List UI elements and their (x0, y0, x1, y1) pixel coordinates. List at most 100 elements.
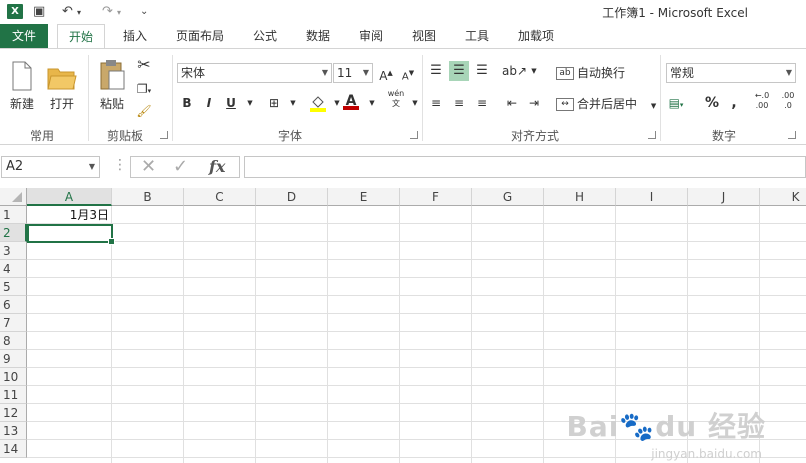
percent-button[interactable]: % (702, 93, 722, 113)
underline-dropdown-icon[interactable]: ▼ (240, 93, 260, 113)
open-button[interactable]: 打开 (42, 55, 82, 115)
new-button[interactable]: 新建 (2, 55, 42, 115)
column-header-b[interactable]: B (112, 188, 184, 206)
window-title: 工作簿1 - Microsoft Excel (602, 6, 748, 20)
tab-home[interactable]: 开始 (57, 24, 105, 49)
row-header-12[interactable]: 12 (0, 404, 27, 422)
tab-addins[interactable]: 加载项 (510, 24, 562, 48)
column-header-i[interactable]: I (616, 188, 688, 206)
cut-icon[interactable]: ✂ (134, 55, 154, 75)
column-header-h[interactable]: H (544, 188, 616, 206)
grid-line (399, 206, 400, 463)
row-header-9[interactable]: 9 (0, 350, 27, 368)
merge-center-button[interactable]: ↔ 合并后居中 ▼ (556, 95, 656, 112)
italic-button[interactable]: I (199, 93, 219, 113)
fill-handle-icon[interactable] (108, 238, 115, 245)
copy-icon[interactable]: ❐▾ (134, 79, 154, 99)
align-middle-icon[interactable]: ☰ (449, 61, 469, 81)
grid-line (27, 295, 806, 296)
orientation-icon[interactable]: ab↗ (502, 61, 527, 81)
save-icon[interactable]: ▣ (33, 3, 45, 21)
column-header-c[interactable]: C (184, 188, 256, 206)
number-launcher-icon[interactable] (788, 131, 796, 139)
name-box[interactable]: A2 ▼ (1, 156, 100, 178)
grid-line (27, 331, 806, 332)
insert-function-icon[interactable]: fx (209, 157, 225, 177)
tab-review[interactable]: 审阅 (351, 24, 391, 48)
font-name-select[interactable]: 宋体 ▼ (177, 63, 332, 83)
align-center-icon[interactable]: ≡ (449, 93, 469, 113)
bold-button[interactable]: B (177, 93, 197, 113)
orientation-dropdown-icon[interactable]: ▼ (524, 61, 544, 81)
paste-button[interactable]: 粘贴 (92, 55, 132, 115)
row-header-2[interactable]: 2 (0, 224, 27, 242)
enter-icon[interactable]: ✓ (173, 157, 188, 177)
grid-line (27, 367, 806, 368)
customize-quick-access-icon[interactable]: ⌄ (140, 3, 148, 21)
row-header-5[interactable]: 5 (0, 278, 27, 296)
clipboard-launcher-icon[interactable] (160, 131, 168, 139)
undo-icon[interactable]: ↶ ▾ (62, 3, 81, 21)
cell-a1[interactable]: 1月3日 (27, 206, 111, 224)
worksheet-grid[interactable]: A B C D E F G H I J K 1 2 3 4 5 6 7 8 9 … (0, 188, 806, 463)
excel-logo-icon[interactable]: X (7, 4, 23, 19)
fill-color-icon[interactable] (308, 93, 328, 113)
column-header-j[interactable]: J (688, 188, 760, 206)
tab-data[interactable]: 数据 (298, 24, 338, 48)
row-header-4[interactable]: 4 (0, 260, 27, 278)
row-header-11[interactable]: 11 (0, 386, 27, 404)
pinyin-guide-icon[interactable]: wén 文 (386, 89, 406, 109)
alignment-launcher-icon[interactable] (648, 131, 656, 139)
decrease-indent-icon[interactable]: ⇤ (502, 93, 522, 113)
font-color-dropdown-icon[interactable]: ▼ (362, 93, 382, 113)
row-header-8[interactable]: 8 (0, 332, 27, 350)
tab-tools[interactable]: 工具 (457, 24, 497, 48)
column-header-g[interactable]: G (472, 188, 544, 206)
ribbon: 新建 打开 常用 粘贴 ✂ ❐▾ 🖌 剪贴板 宋体 ▼ 11 ▼ A▲ A▼ B I… (0, 48, 806, 145)
row-header-14[interactable]: 14 (0, 440, 27, 458)
grid-line (27, 259, 806, 260)
border-dropdown-icon[interactable]: ▼ (283, 93, 303, 113)
align-left-icon[interactable]: ≡ (426, 93, 446, 113)
increase-decimal-icon[interactable]: ←.0.00 (752, 91, 772, 111)
select-all-corner[interactable] (0, 188, 27, 206)
column-header-e[interactable]: E (328, 188, 400, 206)
tab-formulas[interactable]: 公式 (245, 24, 285, 48)
number-format-select[interactable]: 常规 ▼ (666, 63, 796, 83)
decrease-decimal-icon[interactable]: .00.0 (778, 91, 798, 111)
column-header-a[interactable]: A (27, 188, 112, 206)
tab-file[interactable]: 文件 (0, 24, 48, 48)
row-header-3[interactable]: 3 (0, 242, 27, 260)
accounting-format-icon[interactable]: ▤▾ (666, 93, 686, 113)
formula-input[interactable] (244, 156, 806, 178)
column-header-f[interactable]: F (400, 188, 472, 206)
decrease-font-size-icon[interactable]: A▼ (398, 63, 418, 83)
row-header-13[interactable]: 13 (0, 422, 27, 440)
font-launcher-icon[interactable] (410, 131, 418, 139)
increase-indent-icon[interactable]: ⇥ (524, 93, 544, 113)
formula-bar-splitter-icon[interactable]: ⋮ (113, 158, 127, 172)
row-header-10[interactable]: 10 (0, 368, 27, 386)
comma-style-button[interactable]: , (724, 93, 744, 113)
align-right-icon[interactable]: ≡ (472, 93, 492, 113)
border-icon[interactable]: ⊞ (264, 93, 284, 113)
tab-view[interactable]: 视图 (404, 24, 444, 48)
align-top-icon[interactable]: ☰ (426, 61, 446, 81)
row-header-7[interactable]: 7 (0, 314, 27, 332)
tab-page-layout[interactable]: 页面布局 (170, 24, 230, 48)
increase-font-size-icon[interactable]: A▲ (376, 63, 396, 83)
column-header-d[interactable]: D (256, 188, 328, 206)
row-header-6[interactable]: 6 (0, 296, 27, 314)
underline-button[interactable]: U (221, 93, 241, 113)
font-size-select[interactable]: 11 ▼ (333, 63, 373, 83)
align-bottom-icon[interactable]: ☰ (472, 61, 492, 81)
row-header-1[interactable]: 1 (0, 206, 27, 224)
column-header-k[interactable]: K (760, 188, 806, 206)
redo-icon[interactable]: ↷ ▾ (102, 3, 121, 21)
font-color-icon[interactable]: A (341, 91, 361, 111)
tab-insert[interactable]: 插入 (115, 24, 155, 48)
format-painter-icon[interactable]: 🖌 (134, 101, 154, 121)
active-cell-a2[interactable] (27, 224, 115, 245)
cancel-icon[interactable]: ✕ (141, 157, 156, 177)
wrap-text-button[interactable]: ab 自动换行 (556, 64, 625, 81)
